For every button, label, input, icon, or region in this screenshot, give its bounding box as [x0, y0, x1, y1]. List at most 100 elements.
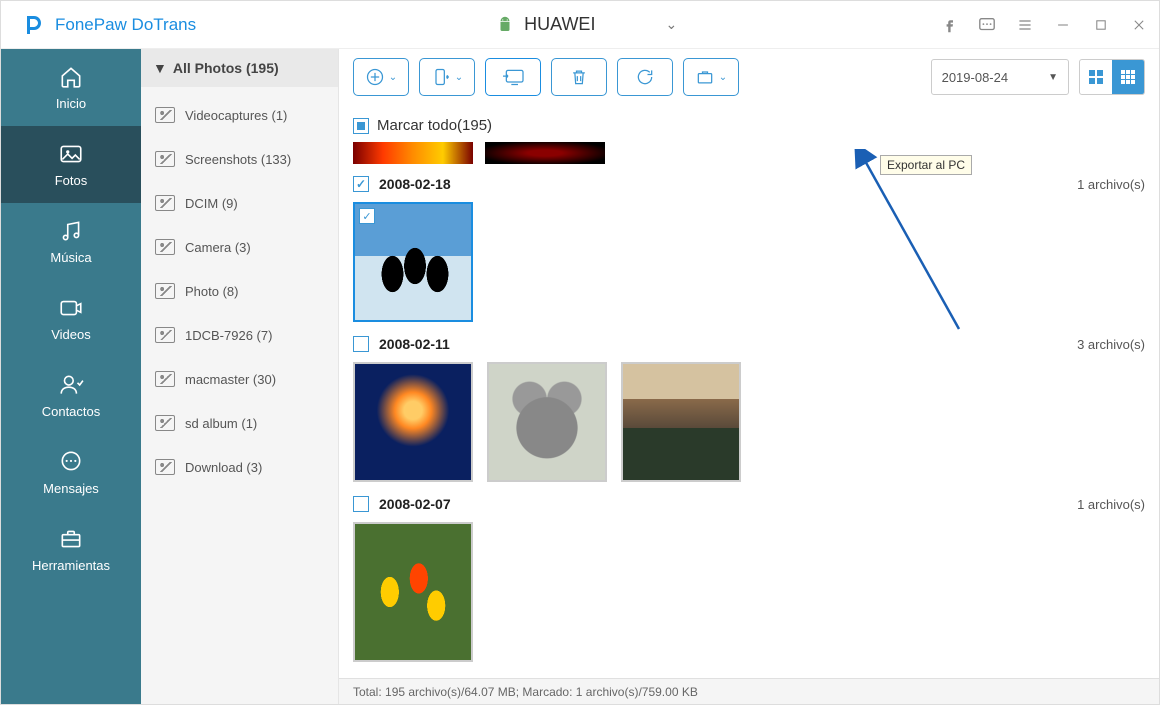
photo-thumbnail[interactable] — [353, 362, 473, 482]
photo-thumbnail[interactable] — [353, 142, 473, 164]
folder-item[interactable]: Photo (8) — [141, 269, 338, 313]
grid-large-button[interactable] — [1112, 60, 1144, 94]
sidebar-item-label: Fotos — [55, 173, 88, 188]
status-text: Total: 195 archivo(s)/64.07 MB; Marcado:… — [353, 685, 698, 699]
sidebar-item-fotos[interactable]: Fotos — [1, 126, 141, 203]
chevron-down-icon: ⌄ — [389, 72, 397, 83]
folder-item[interactable]: DCIM (9) — [141, 181, 338, 225]
export-device-button[interactable]: ⌄ — [419, 58, 475, 96]
image-icon — [155, 371, 175, 387]
folder-item[interactable]: Download (3) — [141, 445, 338, 489]
folder-header[interactable]: ▼ All Photos (195) — [141, 49, 338, 87]
caret-down-icon: ▼ — [1048, 72, 1058, 83]
add-button[interactable]: ⌄ — [353, 58, 409, 96]
photo-thumbnail[interactable] — [485, 142, 605, 164]
tools-icon — [58, 526, 84, 552]
sidebar-item-herramientas[interactable]: Herramientas — [1, 511, 141, 588]
toolbar: ⌄ ⌄ ⌄ 2019-08-24▼ — [339, 49, 1159, 105]
sidebar-item-videos[interactable]: Videos — [1, 280, 141, 357]
home-icon — [58, 64, 84, 90]
group-count: 1 archivo(s) — [1077, 177, 1145, 192]
photo-thumbnail[interactable] — [353, 522, 473, 662]
tooltip: Exportar al PC — [880, 155, 972, 175]
folder-label: sd album (1) — [185, 416, 257, 431]
sidebar-item-musica[interactable]: Música — [1, 203, 141, 280]
facebook-icon[interactable] — [939, 15, 959, 35]
device-name: HUAWEI — [524, 14, 595, 35]
folder-item[interactable]: Videocaptures (1) — [141, 93, 338, 137]
photo-thumbnail[interactable] — [487, 362, 607, 482]
photos-icon — [58, 141, 84, 167]
sidebar-item-label: Música — [50, 250, 91, 265]
image-icon — [155, 415, 175, 431]
sidebar: Inicio Fotos Música Videos Contactos Men… — [1, 49, 141, 704]
chevron-down-icon: ⌄ — [455, 72, 463, 83]
image-icon — [155, 459, 175, 475]
export-pc-button[interactable] — [485, 58, 541, 96]
image-icon — [155, 327, 175, 343]
content-area: ⌄ ⌄ ⌄ 2019-08-24▼ Exportar al PC Marcar … — [339, 49, 1159, 704]
menu-icon[interactable] — [1015, 15, 1035, 35]
videos-icon — [58, 295, 84, 321]
folder-item[interactable]: sd album (1) — [141, 401, 338, 445]
group-checkbox[interactable] — [353, 176, 369, 192]
folder-label: Camera (3) — [185, 240, 251, 255]
music-icon — [58, 218, 84, 244]
close-button[interactable] — [1129, 15, 1149, 35]
image-icon — [155, 195, 175, 211]
photo-thumbnail[interactable]: ✓ — [353, 202, 473, 322]
titlebar: FonePaw DoTrans HUAWEI ⌄ — [1, 1, 1159, 49]
select-all-label: Marcar todo(195) — [377, 117, 492, 134]
folder-item[interactable]: macmaster (30) — [141, 357, 338, 401]
folder-label: macmaster (30) — [185, 372, 276, 387]
sidebar-item-inicio[interactable]: Inicio — [1, 49, 141, 126]
chevron-down-icon: ⌄ — [665, 16, 677, 33]
folder-button[interactable]: ⌄ — [683, 58, 739, 96]
photo-scroll-area[interactable]: Marcar todo(195) 2008-02-18 1 archivo(s)… — [339, 105, 1159, 678]
sidebar-item-label: Inicio — [56, 96, 86, 111]
folder-label: Photo (8) — [185, 284, 238, 299]
select-all-checkbox[interactable] — [353, 118, 369, 134]
folder-label: DCIM (9) — [185, 196, 238, 211]
sidebar-item-mensajes[interactable]: Mensajes — [1, 434, 141, 511]
refresh-button[interactable] — [617, 58, 673, 96]
sidebar-item-label: Contactos — [42, 404, 101, 419]
folder-label: Download (3) — [185, 460, 262, 475]
photo-thumbnail[interactable] — [621, 362, 741, 482]
folder-item[interactable]: Screenshots (133) — [141, 137, 338, 181]
thumb-checkbox[interactable]: ✓ — [359, 208, 375, 224]
android-icon — [496, 16, 514, 34]
photo-group: 2008-02-11 3 archivo(s) — [353, 336, 1145, 482]
group-count: 3 archivo(s) — [1077, 337, 1145, 352]
group-date: 2008-02-07 — [379, 496, 451, 512]
folder-label: Videocaptures (1) — [185, 108, 287, 123]
folder-panel: ▼ All Photos (195) Videocaptures (1) Scre… — [141, 49, 339, 704]
group-checkbox[interactable] — [353, 496, 369, 512]
folder-label: 1DCB-7926 (7) — [185, 328, 272, 343]
device-selector[interactable]: HUAWEI ⌄ — [496, 14, 677, 35]
folder-item[interactable]: Camera (3) — [141, 225, 338, 269]
messages-icon — [58, 449, 84, 475]
caret-down-icon: ▼ — [153, 60, 167, 76]
feedback-icon[interactable] — [977, 15, 997, 35]
delete-button[interactable] — [551, 58, 607, 96]
folder-header-label: All Photos (195) — [173, 60, 279, 76]
chevron-down-icon: ⌄ — [719, 72, 727, 83]
image-icon — [155, 151, 175, 167]
view-toggle — [1079, 59, 1145, 95]
minimize-button[interactable] — [1053, 15, 1073, 35]
select-all-row[interactable]: Marcar todo(195) — [353, 117, 1145, 134]
window-controls — [939, 15, 1149, 35]
grid-small-button[interactable] — [1080, 60, 1112, 94]
image-icon — [155, 239, 175, 255]
date-selector[interactable]: 2019-08-24▼ — [931, 59, 1069, 95]
group-checkbox[interactable] — [353, 336, 369, 352]
sidebar-item-label: Herramientas — [32, 558, 110, 573]
app-name: FonePaw DoTrans — [55, 15, 196, 35]
app-logo-icon — [19, 11, 47, 39]
maximize-button[interactable] — [1091, 15, 1111, 35]
folder-item[interactable]: 1DCB-7926 (7) — [141, 313, 338, 357]
sidebar-item-label: Videos — [51, 327, 91, 342]
sidebar-item-contactos[interactable]: Contactos — [1, 357, 141, 434]
folder-label: Screenshots (133) — [185, 152, 291, 167]
